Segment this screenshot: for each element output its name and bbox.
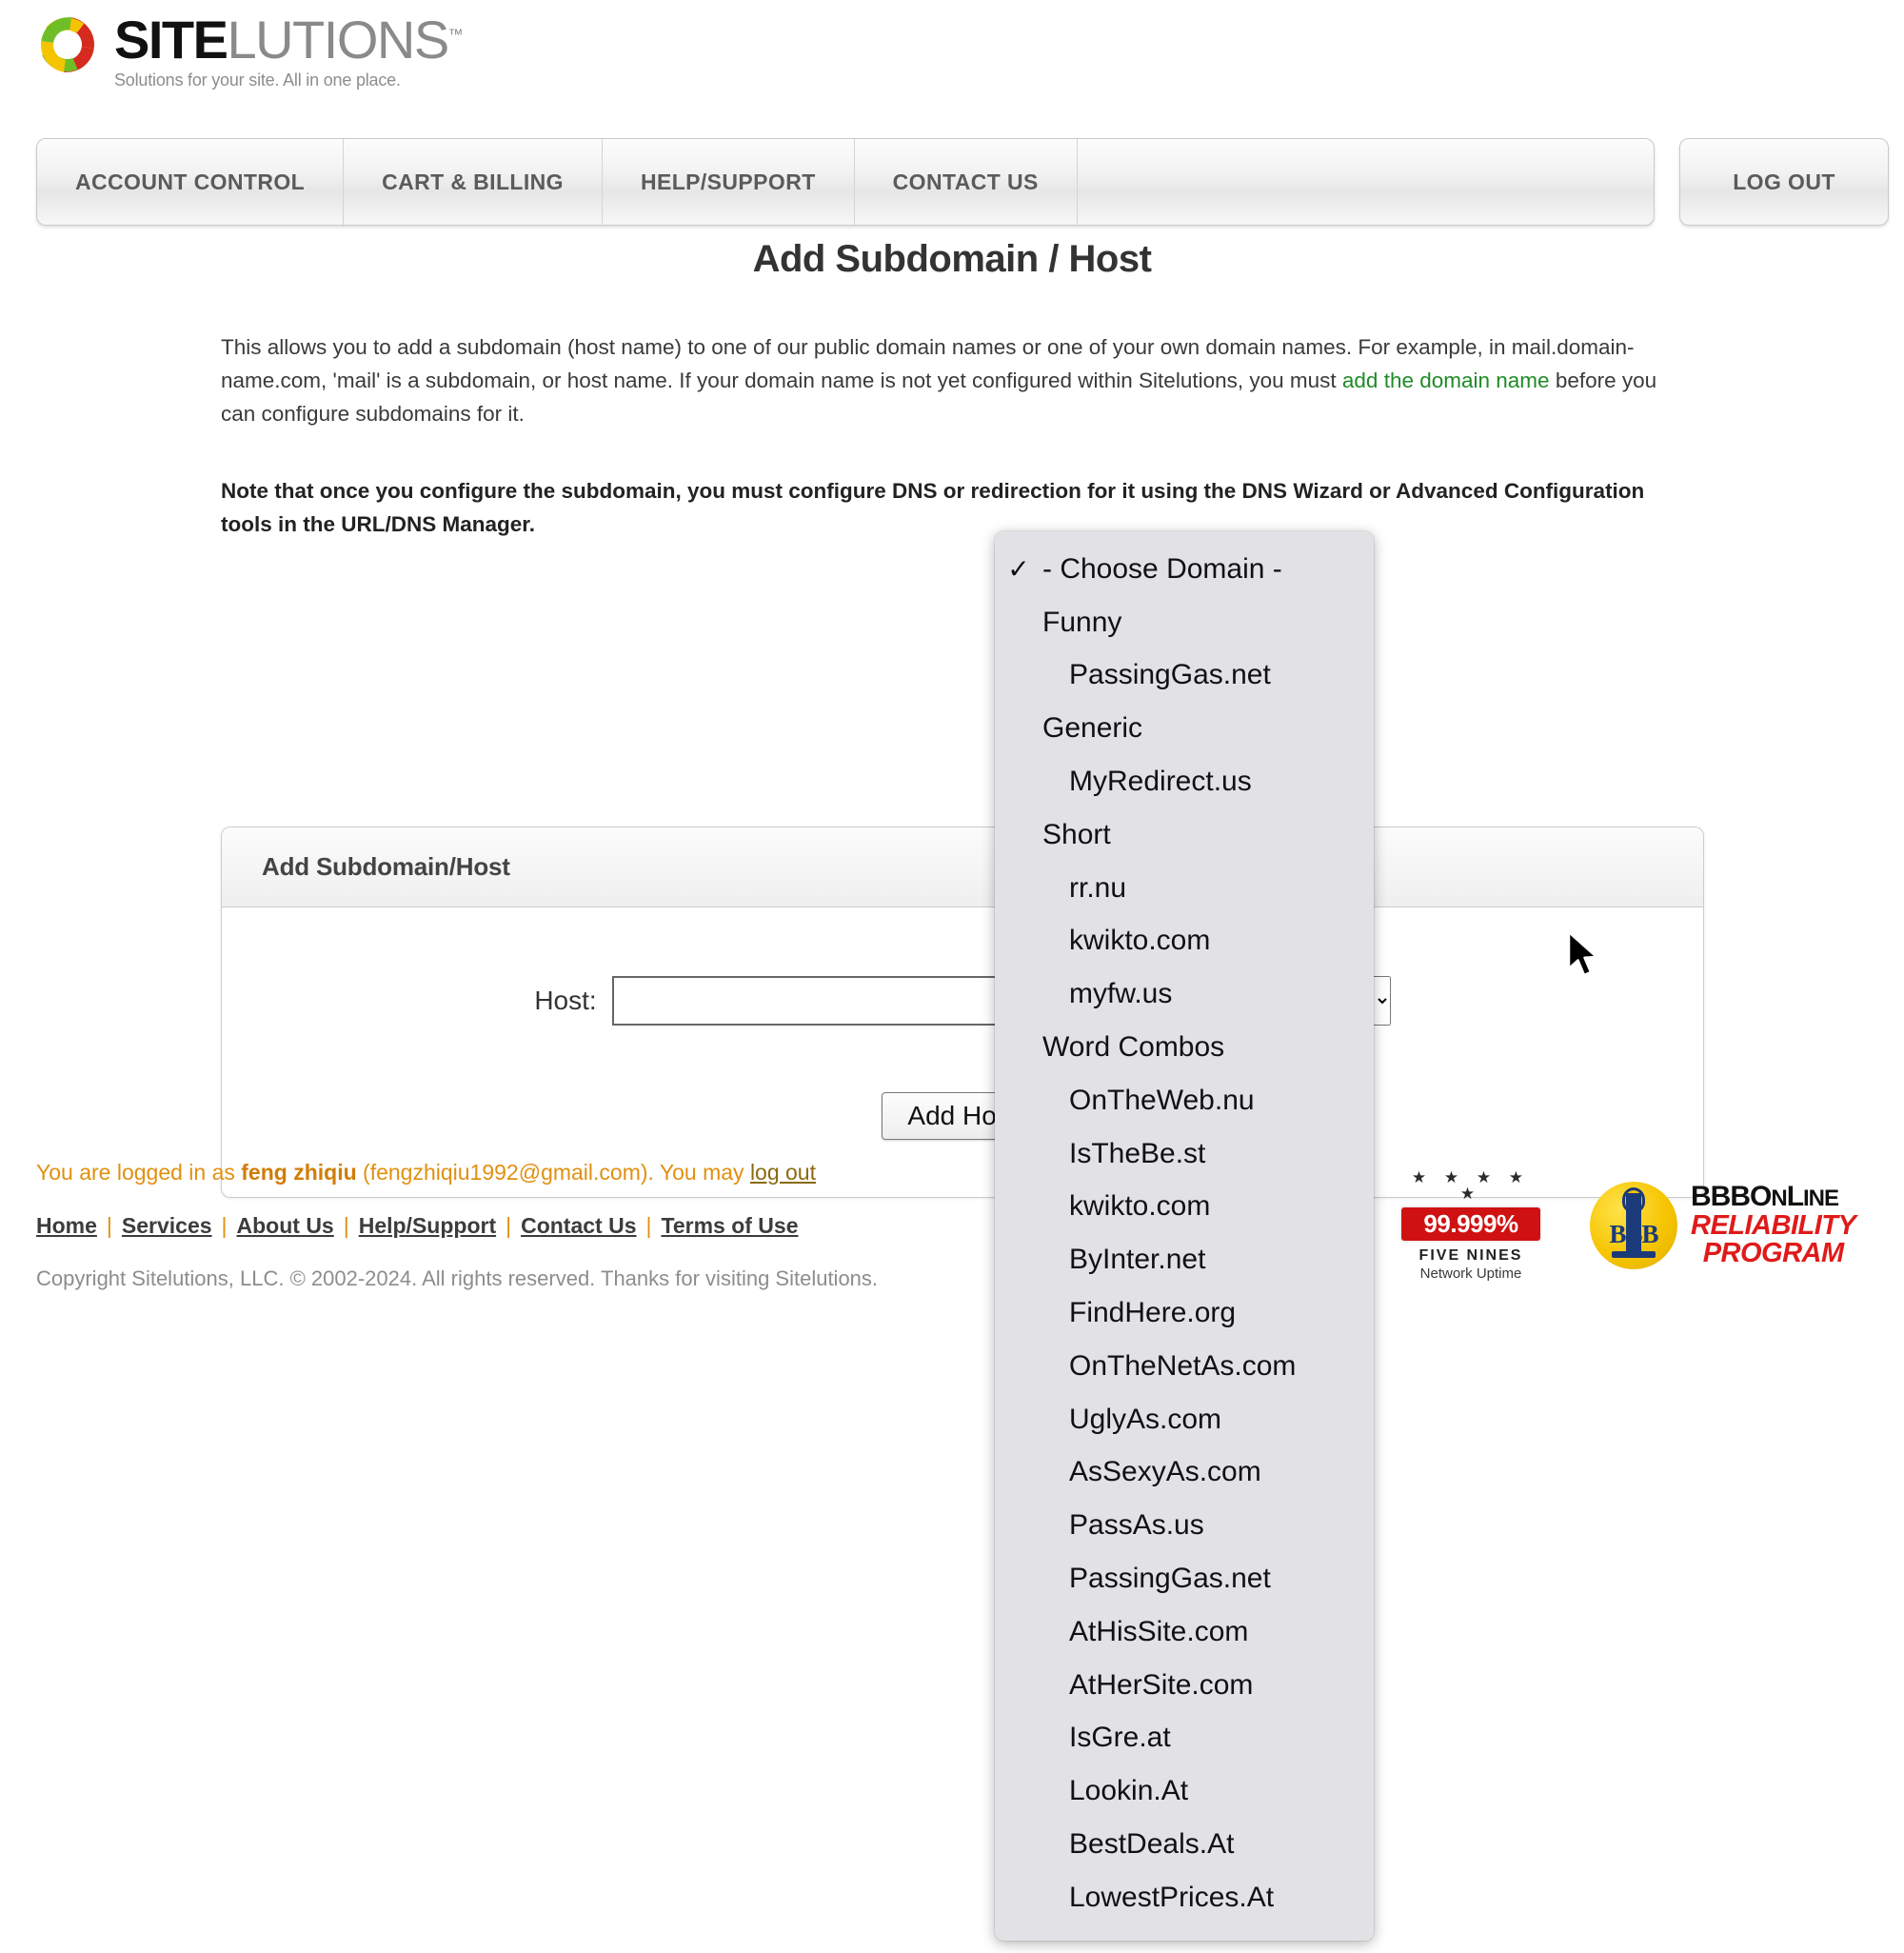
dropdown-group-label: Generic (1042, 712, 1143, 745)
dropdown-group-label: Word Combos (1042, 1031, 1225, 1064)
bbb-line3: PROGRAM (1702, 1238, 1844, 1269)
brand-name-bold: SITE (114, 10, 228, 70)
bbb-line1-c: N (1771, 1186, 1787, 1212)
intro-paragraph: This allows you to add a subdomain (host… (221, 330, 1683, 430)
add-subdomain-panel: Add Subdomain/Host Host: - Choose Domain… (221, 827, 1704, 1198)
dropdown-option[interactable]: BestDeals.At (995, 1818, 1374, 1871)
add-domain-name-link[interactable]: add the domain name (1342, 369, 1550, 392)
footer-separator: | (506, 1213, 512, 1238)
page-title: Add Subdomain / Host (752, 238, 1152, 280)
uptime-line1: FIVE NINES (1418, 1247, 1523, 1264)
copyright-line: Copyright Sitelutions, LLC. © 2002-2024.… (36, 1266, 879, 1290)
uptime-percent: 99.999% (1399, 1206, 1542, 1243)
dropdown-option-label: - Choose Domain - (1042, 552, 1282, 585)
logout-link[interactable]: log out (750, 1160, 816, 1185)
footer-links: Home | Services | About Us | Help/Support | Cont… (36, 1213, 799, 1239)
bbb-online-badge[interactable]: BBB BBBONLINE RELIABILITY PROGRAM (1590, 1181, 1856, 1269)
bbb-line1: BBBONLINE (1691, 1181, 1855, 1213)
bbb-line1-d: L (1786, 1181, 1804, 1213)
dropdown-option[interactable]: IsTheBe.st (995, 1127, 1374, 1181)
bbb-badge-text: BBBONLINE RELIABILITY PROGRAM (1691, 1181, 1856, 1269)
dropdown-group-label: Funny (1042, 606, 1122, 638)
dropdown-option[interactable]: OnTheNetAs.com (995, 1340, 1374, 1393)
brand-name-light: LUTIONS (227, 10, 449, 70)
dropdown-option[interactable]: IsGre.at (995, 1712, 1374, 1765)
footer-link-services[interactable]: Services (122, 1213, 212, 1238)
bbb-line1-e: INE (1803, 1186, 1839, 1212)
note-paragraph: Note that once you configure the subdoma… (221, 479, 1645, 537)
bbb-torch-base-icon (1612, 1251, 1656, 1258)
main-content: Add Subdomain / Host This allows you to … (0, 133, 1904, 1198)
dropdown-option-selected[interactable]: ✓ - Choose Domain - (995, 543, 1374, 596)
trademark-icon: ™ (447, 27, 464, 44)
uptime-line2: Network Uptime (1419, 1265, 1522, 1282)
login-email: (fengzhiqiu1992@gmail.com). You may (356, 1160, 750, 1185)
dropdown-option[interactable]: UglyAs.com (995, 1393, 1374, 1446)
bbb-torch-seal-icon: BBB (1590, 1182, 1677, 1269)
dropdown-option[interactable]: MyRedirect.us (995, 755, 1374, 808)
dropdown-option[interactable]: AtHisSite.com (995, 1605, 1374, 1659)
login-prefix: You are logged in as (36, 1160, 242, 1185)
five-stars-icon: ★ ★ ★ ★ ★ (1411, 1168, 1531, 1203)
dropdown-option[interactable]: AtHerSite.com (995, 1659, 1374, 1712)
dropdown-option[interactable]: OnTheWeb.nu (995, 1074, 1374, 1127)
footer-link-help-support[interactable]: Help/Support (359, 1213, 496, 1238)
footer-separator: | (343, 1213, 349, 1238)
bbb-line1-b: O (1750, 1181, 1772, 1213)
dropdown-group-label: Short (1042, 818, 1111, 850)
dropdown-option[interactable]: rr.nu (995, 862, 1374, 915)
footer-link-terms-of-use[interactable]: Terms of Use (661, 1213, 798, 1238)
footer-link-about-us[interactable]: About Us (237, 1213, 334, 1238)
checkmark-icon: ✓ (1007, 554, 1030, 585)
footer-separator: | (645, 1213, 652, 1238)
site-logo[interactable]: SITELUTIONS™ Solutions for your site. Al… (32, 8, 464, 90)
footer-link-contact-us[interactable]: Contact Us (521, 1213, 636, 1238)
login-status-line: You are logged in as feng zhiqiu (fengzh… (36, 1160, 816, 1186)
dropdown-option[interactable]: kwikto.com (995, 1181, 1374, 1234)
brand-tagline: Solutions for your site. All in one plac… (114, 70, 401, 90)
uptime-badge: ★ ★ ★ ★ ★ 99.999% FIVE NINES Network Upt… (1399, 1169, 1542, 1282)
add-host-row: Add Host (222, 1092, 1703, 1140)
dropdown-option[interactable]: PassingGas.net (995, 1552, 1374, 1605)
dropdown-option[interactable]: ByInter.net (995, 1233, 1374, 1286)
bbb-line2: RELIABILITY (1691, 1209, 1856, 1241)
domain-dropdown-menu[interactable]: ✓ - Choose Domain - Funny PassingGas.net Gen… (995, 531, 1374, 1941)
dropdown-option[interactable]: AsSexyAs.com (995, 1446, 1374, 1500)
dropdown-option[interactable]: LowestPrices.At (995, 1871, 1374, 1924)
brand-wordmark: SITELUTIONS™ (114, 10, 464, 70)
footer-separator: | (106, 1213, 112, 1238)
footer-badges: ★ ★ ★ ★ ★ 99.999% FIVE NINES Network Upt… (1399, 1169, 1856, 1282)
dropdown-option[interactable]: PassAs.us (995, 1499, 1374, 1552)
panel-body: Host: - Choose Domain - Add Host (222, 907, 1703, 1197)
footer-link-home[interactable]: Home (36, 1213, 97, 1238)
panel-header: Add Subdomain/Host (222, 827, 1703, 907)
site-header: SITELUTIONS™ Solutions for your site. Al… (0, 0, 1904, 133)
dropdown-option[interactable]: myfw.us (995, 967, 1374, 1021)
sitelutions-swirl-icon (32, 10, 103, 80)
host-field-row: Host: - Choose Domain - (222, 976, 1703, 1026)
panel-title: Add Subdomain/Host (262, 852, 510, 881)
bbb-seal-letters: BBB (1609, 1220, 1658, 1248)
bbb-line1-a: BBB (1691, 1181, 1751, 1213)
footer-separator: | (221, 1213, 228, 1238)
host-label: Host: (534, 986, 597, 1015)
dropdown-option[interactable]: PassingGas.net (995, 649, 1374, 703)
dropdown-option[interactable]: Lookin.At (995, 1764, 1374, 1818)
login-username: feng zhiqiu (241, 1160, 357, 1185)
dropdown-option[interactable]: FindHere.org (995, 1286, 1374, 1340)
dropdown-option[interactable]: kwikto.com (995, 915, 1374, 968)
